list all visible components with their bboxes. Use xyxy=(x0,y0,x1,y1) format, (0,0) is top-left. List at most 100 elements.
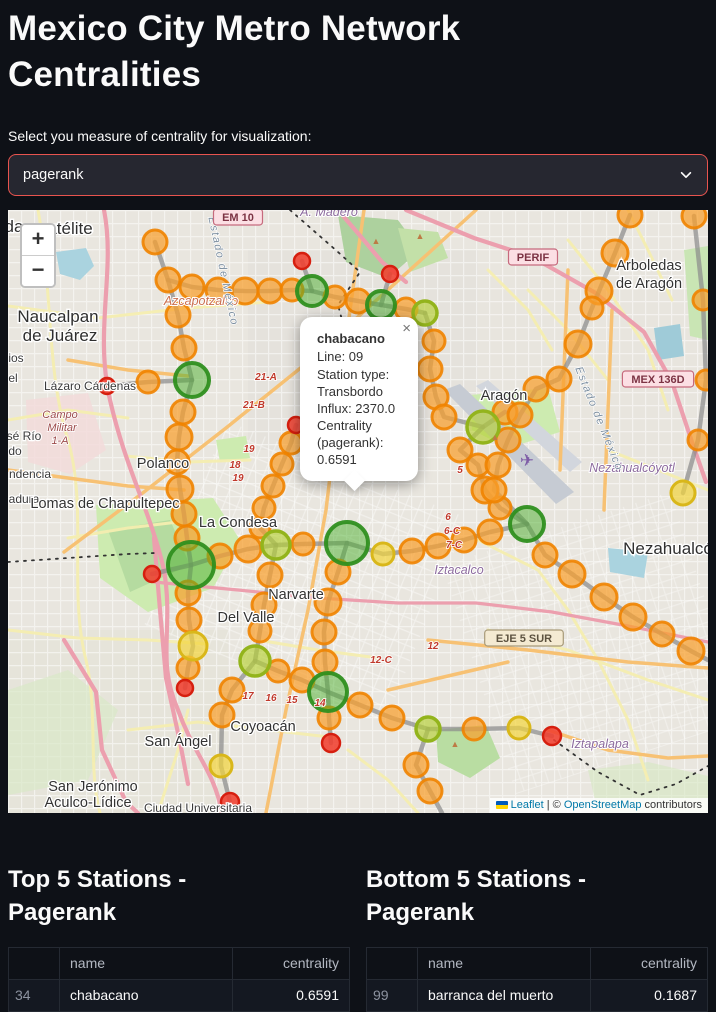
station-marker[interactable] xyxy=(260,473,286,499)
station-marker[interactable] xyxy=(522,375,550,403)
station-marker[interactable] xyxy=(416,355,444,383)
station-marker[interactable] xyxy=(402,751,430,779)
station-marker[interactable] xyxy=(508,505,546,544)
station-marker[interactable] xyxy=(292,252,312,271)
station-marker[interactable] xyxy=(531,541,559,569)
station-marker[interactable] xyxy=(557,559,587,589)
popup-close-icon[interactable]: × xyxy=(402,320,411,337)
openstreetmap-link[interactable]: OpenStreetMap xyxy=(564,799,642,811)
station-marker[interactable] xyxy=(648,620,676,648)
station-marker[interactable] xyxy=(170,334,198,362)
station-marker[interactable] xyxy=(618,602,648,632)
centrality-select-value: pagerank xyxy=(23,167,84,184)
leaflet-map[interactable]: da atélite Naucalpan de Juárez Lázaro Cárden… xyxy=(8,210,708,814)
station-marker[interactable] xyxy=(380,265,400,284)
station-marker[interactable] xyxy=(370,541,396,567)
station-marker[interactable] xyxy=(416,777,444,805)
map-label: Coyoacán xyxy=(230,719,295,735)
station-marker[interactable] xyxy=(461,716,487,742)
column-header[interactable]: name xyxy=(59,946,233,980)
station-marker[interactable] xyxy=(233,534,263,564)
map-label: 6-C xyxy=(444,526,461,537)
popup-detail-line: Line: 09 xyxy=(317,349,364,365)
centrality-select[interactable]: pagerank xyxy=(8,154,708,197)
table-row[interactable]: 34 chabacano 0.6591 xyxy=(8,978,350,1012)
station-marker[interactable] xyxy=(506,715,532,741)
station-marker[interactable] xyxy=(541,726,563,747)
station-marker[interactable] xyxy=(164,422,194,452)
popup-detail-line: Influx: 2370.0 xyxy=(317,400,396,416)
station-marker[interactable] xyxy=(589,582,619,612)
station-name-cell: chabacano xyxy=(59,978,233,1012)
station-marker[interactable] xyxy=(177,630,209,662)
station-marker[interactable] xyxy=(680,210,708,230)
station-marker[interactable] xyxy=(579,295,605,321)
station-marker[interactable] xyxy=(676,636,706,666)
table-row[interactable]: 99 barranca del muerto 0.1687 xyxy=(366,978,708,1012)
station-marker[interactable] xyxy=(691,288,708,312)
station-marker[interactable] xyxy=(378,704,406,732)
top5-table[interactable]: name centrality 34 chabacano 0.6591 xyxy=(8,946,350,1012)
peak-icon: ▲ xyxy=(372,236,381,246)
station-marker[interactable] xyxy=(208,753,234,779)
station-marker[interactable] xyxy=(256,277,284,305)
station-marker[interactable] xyxy=(310,618,338,646)
station-marker[interactable] xyxy=(563,329,593,359)
station-marker[interactable] xyxy=(320,733,342,754)
station-marker[interactable] xyxy=(278,430,304,456)
station-marker[interactable] xyxy=(476,518,504,546)
station-marker[interactable] xyxy=(169,398,197,426)
station-marker[interactable] xyxy=(484,451,512,479)
station-marker[interactable] xyxy=(365,289,397,322)
column-header[interactable]: centrality xyxy=(232,946,350,980)
map-label: ndencia xyxy=(9,467,51,481)
station-marker[interactable] xyxy=(290,531,316,557)
station-marker[interactable] xyxy=(173,361,211,400)
column-header[interactable]: centrality xyxy=(590,946,708,980)
station-marker[interactable] xyxy=(175,606,203,634)
zoom-in-button[interactable]: + xyxy=(22,225,54,257)
station-marker[interactable] xyxy=(669,479,697,507)
station-name-cell: barranca del muerto xyxy=(417,978,591,1012)
station-marker[interactable] xyxy=(545,365,573,393)
station-marker[interactable] xyxy=(256,561,284,589)
station-marker[interactable] xyxy=(411,299,439,328)
station-marker[interactable] xyxy=(269,451,295,477)
station-marker[interactable] xyxy=(686,428,708,452)
station-marker[interactable] xyxy=(414,715,442,744)
station-marker[interactable] xyxy=(135,369,161,395)
station-marker[interactable] xyxy=(506,401,534,429)
map-label: 21-B xyxy=(242,400,265,411)
column-header[interactable] xyxy=(366,946,418,980)
station-marker[interactable] xyxy=(421,328,447,354)
map-label: 1-A xyxy=(51,435,68,447)
station-marker[interactable] xyxy=(311,648,339,676)
station-marker[interactable] xyxy=(154,266,182,294)
station-marker[interactable] xyxy=(694,368,708,392)
station-marker[interactable] xyxy=(141,228,169,256)
peak-icon: ▲ xyxy=(416,231,425,241)
station-marker[interactable] xyxy=(260,529,292,562)
station-marker[interactable] xyxy=(295,274,329,309)
map-label: 12 xyxy=(427,641,439,652)
bottom5-table[interactable]: name centrality 99 barranca del muerto 0.168… xyxy=(366,946,708,1012)
centrality-cell: 0.1687 xyxy=(590,978,708,1012)
popup-station-name: chabacano xyxy=(317,331,385,347)
bottom5-section: Bottom 5 Stations - Pagerank name central… xyxy=(366,863,708,1012)
column-header[interactable] xyxy=(8,946,60,980)
station-marker[interactable] xyxy=(324,520,370,567)
road-shield-label: PERIF xyxy=(517,252,550,264)
station-marker[interactable] xyxy=(430,403,458,431)
station-marker[interactable] xyxy=(480,476,508,504)
zoom-out-button[interactable]: − xyxy=(22,256,54,287)
station-marker[interactable] xyxy=(238,644,272,679)
station-marker[interactable] xyxy=(142,565,162,584)
leaflet-link[interactable]: Leaflet xyxy=(511,799,544,811)
station-marker[interactable] xyxy=(346,691,374,719)
station-marker[interactable] xyxy=(175,679,195,698)
column-header[interactable]: name xyxy=(417,946,591,980)
station-marker[interactable] xyxy=(398,537,426,565)
station-marker[interactable] xyxy=(218,676,246,704)
station-marker[interactable] xyxy=(616,210,644,229)
station-marker[interactable] xyxy=(166,540,216,591)
